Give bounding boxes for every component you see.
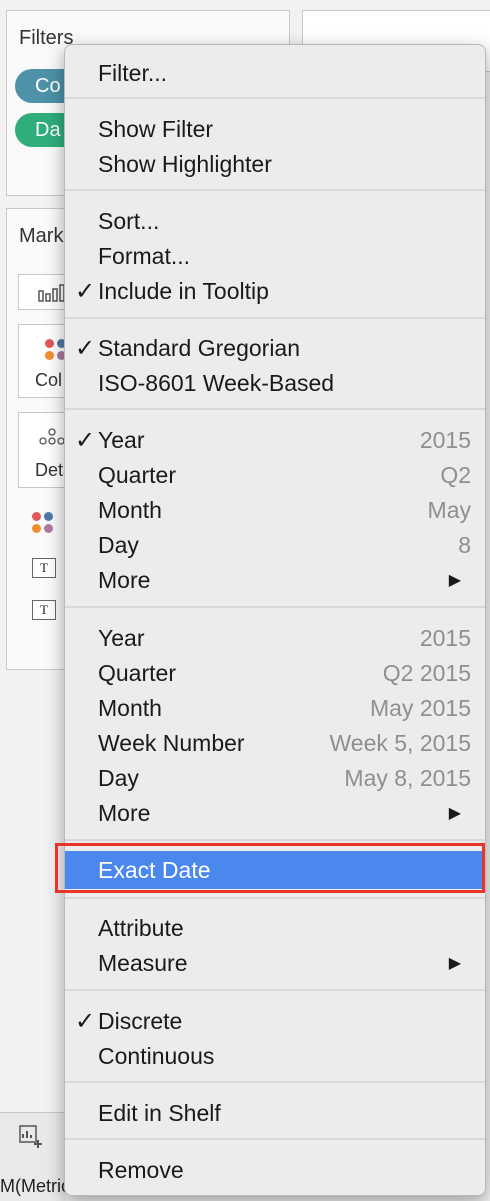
menu-separator xyxy=(65,408,485,410)
menu-item-label: Day xyxy=(98,765,139,791)
submenu-arrow-icon: ▶ xyxy=(448,955,461,972)
menu-item-label: Quarter xyxy=(98,462,176,488)
menu-separator xyxy=(65,1081,485,1083)
menu-separator xyxy=(65,897,485,899)
menu-item-date-value-quarter[interactable]: Quarter Q2 2015 xyxy=(65,656,485,691)
menu-item-label: Filter... xyxy=(98,60,168,86)
menu-item-date-part-quarter[interactable]: Quarter Q2 xyxy=(65,458,485,493)
menu-item-label: Month xyxy=(98,497,162,523)
menu-item-value: 8 xyxy=(458,532,471,558)
menu-item-date-value-week-number[interactable]: Week Number Week 5, 2015 xyxy=(65,726,485,761)
checkmark-icon: ✓ xyxy=(74,278,96,305)
menu-item-label: Include in Tooltip xyxy=(98,278,269,304)
menu-item-label: Year xyxy=(98,625,145,651)
menu-item-label: Standard Gregorian xyxy=(98,335,301,361)
menu-separator xyxy=(65,317,485,319)
menu-item-date-part-more[interactable]: More ▶ xyxy=(65,563,485,598)
menu-item-remove[interactable]: Remove xyxy=(65,1153,485,1188)
measure-pill-text: M(Metric xyxy=(0,1176,70,1196)
menu-item-label: Format... xyxy=(98,243,191,269)
menu-item-label: Year xyxy=(98,427,145,453)
menu-item-label: ISO-8601 Week-Based xyxy=(98,370,335,396)
marks-title: Mark xyxy=(19,225,64,247)
menu-item-value: May 2015 xyxy=(369,695,471,721)
menu-item-label: Attribute xyxy=(98,915,184,941)
menu-item-date-value-more[interactable]: More ▶ xyxy=(65,796,485,831)
menu-item-label: Month xyxy=(98,695,162,721)
menu-item-continuous[interactable]: Continuous xyxy=(65,1039,485,1074)
menu-item-value: May xyxy=(427,497,471,523)
menu-separator xyxy=(65,606,485,608)
menu-item-label: Edit in Shelf xyxy=(98,1100,221,1126)
menu-item-edit-in-shelf[interactable]: Edit in Shelf xyxy=(65,1096,485,1131)
menu-item-standard-gregorian[interactable]: ✓ Standard Gregorian xyxy=(65,331,485,366)
menu-item-label: More xyxy=(98,567,151,593)
menu-item-format[interactable]: Format... xyxy=(65,239,485,274)
text-mark-icon-2[interactable]: T xyxy=(32,600,56,620)
menu-separator xyxy=(65,989,485,991)
menu-item-value: Q2 xyxy=(440,462,471,488)
menu-item-date-value-year[interactable]: Year 2015 xyxy=(65,621,485,656)
color-mark-label: Col xyxy=(35,370,63,390)
menu-item-date-part-year[interactable]: ✓ Year 2015 xyxy=(65,423,485,458)
menu-item-label: Quarter xyxy=(98,660,176,686)
menu-separator xyxy=(65,839,485,841)
menu-item-label: Measure xyxy=(98,950,188,976)
menu-item-label: Day xyxy=(98,532,139,558)
menu-item-label: Week Number xyxy=(98,730,245,756)
menu-item-label: Show Filter xyxy=(98,116,214,142)
checkmark-icon: ✓ xyxy=(74,1008,96,1035)
bar-chart-icon xyxy=(38,284,65,302)
menu-item-label: Sort... xyxy=(98,208,160,234)
menu-item-sort[interactable]: Sort... xyxy=(65,204,485,239)
menu-item-label: Remove xyxy=(98,1157,184,1183)
menu-separator xyxy=(65,1138,485,1140)
new-worksheet-icon[interactable] xyxy=(18,1124,44,1150)
menu-item-iso-week-based[interactable]: ISO-8601 Week-Based xyxy=(65,366,485,401)
menu-item-date-value-month[interactable]: Month May 2015 xyxy=(65,691,485,726)
field-context-menu: Filter... Show Filter Show Highlighter S… xyxy=(64,44,486,1196)
menu-item-attribute[interactable]: Attribute xyxy=(65,911,485,946)
menu-item-value: Week 5, 2015 xyxy=(329,730,471,756)
color-field-icon[interactable] xyxy=(32,512,56,536)
menu-item-value: May 8, 2015 xyxy=(344,765,471,791)
menu-item-exact-date[interactable]: Exact Date xyxy=(65,851,485,889)
menu-item-filter[interactable]: Filter... xyxy=(65,56,485,91)
menu-item-show-highlighter[interactable]: Show Highlighter xyxy=(65,147,485,182)
menu-item-label: Exact Date xyxy=(98,857,211,883)
menu-item-date-part-day[interactable]: Day 8 xyxy=(65,528,485,563)
menu-item-value: 2015 xyxy=(419,625,471,651)
text-mark-icon[interactable]: T xyxy=(32,558,56,578)
submenu-arrow-icon: ▶ xyxy=(448,572,461,589)
menu-item-label: More xyxy=(98,800,151,826)
menu-item-value: Q2 2015 xyxy=(382,660,471,686)
menu-item-label: Discrete xyxy=(98,1008,183,1034)
menu-item-label: Continuous xyxy=(98,1043,215,1069)
menu-item-discrete[interactable]: ✓ Discrete xyxy=(65,1004,485,1039)
menu-separator xyxy=(65,189,485,191)
submenu-arrow-icon: ▶ xyxy=(448,805,461,822)
menu-item-date-part-month[interactable]: Month May xyxy=(65,493,485,528)
menu-item-value: 2015 xyxy=(419,427,471,453)
checkmark-icon: ✓ xyxy=(74,427,96,454)
menu-item-date-value-day[interactable]: Day May 8, 2015 xyxy=(65,761,485,796)
menu-item-show-filter[interactable]: Show Filter xyxy=(65,112,485,147)
menu-item-measure[interactable]: Measure ▶ xyxy=(65,946,485,981)
menu-item-label: Show Highlighter xyxy=(98,151,272,177)
checkmark-icon: ✓ xyxy=(74,335,96,362)
menu-item-include-in-tooltip[interactable]: ✓ Include in Tooltip xyxy=(65,274,485,309)
menu-separator xyxy=(65,97,485,99)
